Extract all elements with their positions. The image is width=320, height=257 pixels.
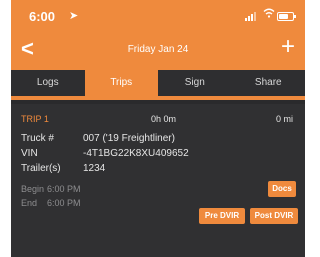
nav-bar: < Friday Jan 24 + xyxy=(11,33,305,64)
trip-title: TRIP 1 xyxy=(21,114,49,124)
battery-icon xyxy=(277,12,296,21)
trip-duration: 0h 0m xyxy=(151,114,177,124)
page-title: Friday Jan 24 xyxy=(127,44,189,55)
tab-trips[interactable]: Trips xyxy=(84,70,158,96)
vin-value: -4T1BG22K8XU409652 xyxy=(83,148,189,159)
pre-dvir-button[interactable]: Pre DVIR xyxy=(199,208,245,224)
signal-icon xyxy=(245,11,257,21)
status-time: 6:00 xyxy=(29,9,56,24)
tab-bar: Logs Trips Sign Share xyxy=(11,70,305,96)
phone-screen: 6:00 ➤ < Friday Jan 24 + Logs Trips Sign… xyxy=(11,0,305,257)
begin-label: Begin xyxy=(21,184,45,194)
status-bar: 6:00 ➤ xyxy=(11,0,305,30)
location-arrow-icon: ➤ xyxy=(69,10,79,22)
trailer-label: Trailer(s) xyxy=(21,163,61,174)
vin-label: VIN xyxy=(21,148,38,159)
trailer-value: 1234 xyxy=(83,163,106,174)
post-dvir-button[interactable]: Post DVIR xyxy=(250,208,298,224)
begin-value: 6:00 PM xyxy=(47,184,81,194)
truck-value: 007 ('19 Freightliner) xyxy=(83,133,175,144)
docs-button[interactable]: Docs xyxy=(268,181,296,197)
trip-card[interactable]: TRIP 1 0h 0m 0 mi Truck # 007 ('19 Freig… xyxy=(11,104,305,257)
tab-share[interactable]: Share xyxy=(232,70,306,96)
end-label: End xyxy=(21,198,38,208)
add-icon[interactable]: + xyxy=(281,33,295,61)
truck-label: Truck # xyxy=(21,133,54,144)
trip-distance: 0 mi xyxy=(275,114,293,124)
wifi-icon xyxy=(263,8,275,21)
tab-logs[interactable]: Logs xyxy=(11,70,85,96)
end-value: 6:00 PM xyxy=(47,198,81,208)
tab-sign[interactable]: Sign xyxy=(158,70,232,96)
